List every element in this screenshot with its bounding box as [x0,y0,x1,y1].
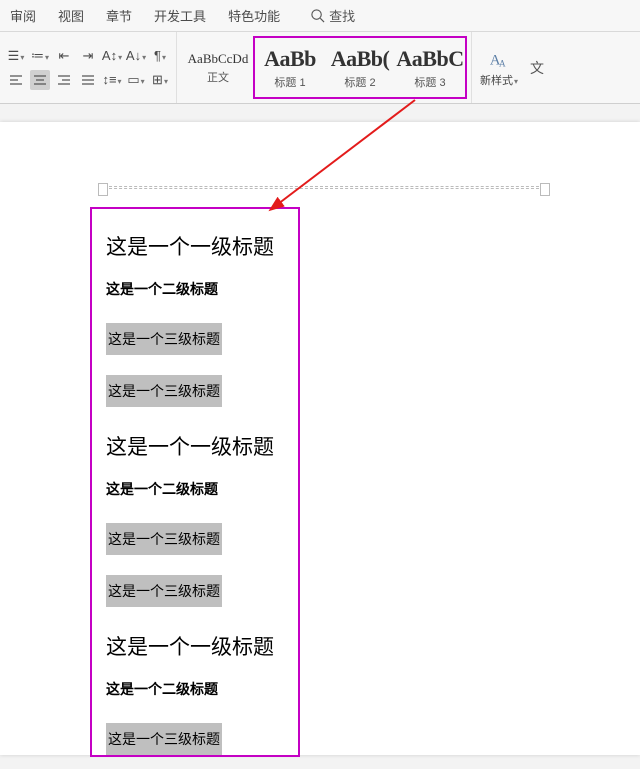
paragraph-mark-button[interactable]: ¶ [150,46,170,66]
search-button[interactable]: 查找 [310,6,355,25]
style-h1-label: 标题 1 [274,74,305,90]
align-right-icon [57,74,71,86]
style-h3-label: 标题 3 [414,74,445,90]
document-content-highlight: 这是一个一级标题 这是一个二级标题 这是一个三级标题 这是一个三级标题 这是一个… [90,207,300,757]
style-h3-preview: AaBbC [396,46,463,72]
line-spacing-button[interactable]: ↕≡ [102,70,122,90]
heading3-text[interactable]: 这是一个三级标题 [106,375,222,407]
style-h2-label: 标题 2 [344,74,375,90]
ribbon: ☰ ≔ ⇤ ⇥ A↕ A↓ ¶ ↕≡ ▭ ⊞ AaBbCcDd 正文 AaBb … [0,32,640,104]
style-normal-preview: AaBbCcDd [188,51,249,67]
svg-text:A: A [499,58,506,68]
tab-view[interactable]: 视图 [58,6,84,25]
align-center-button[interactable] [30,70,50,90]
heading1-text[interactable]: 这是一个一级标题 [106,431,286,461]
style-normal[interactable]: AaBbCcDd 正文 [183,36,253,99]
horizontal-ruler[interactable] [104,186,544,189]
new-style-button[interactable]: AA 新样式 [472,32,526,103]
indent-button[interactable]: ⇥ [78,46,98,66]
heading2-text[interactable]: 这是一个二级标题 [106,679,286,699]
style-normal-label: 正文 [207,69,229,85]
style-heading2[interactable]: AaBb( 标题 2 [325,38,395,97]
search-icon [310,8,325,23]
heading3-text[interactable]: 这是一个三级标题 [106,523,222,555]
style-gallery: AaBbCcDd 正文 AaBb 标题 1 AaBb( 标题 2 AaBbC 标… [177,32,472,103]
search-label: 查找 [329,6,355,25]
bullet-list-button[interactable]: ☰ [6,46,26,66]
menu-tabs: 审阅 视图 章节 开发工具 特色功能 查找 [0,0,640,32]
style-heading3[interactable]: AaBbC 标题 3 [395,38,465,97]
style-heading1[interactable]: AaBb 标题 1 [255,38,325,97]
tab-special[interactable]: 特色功能 [228,6,280,25]
align-left-icon [9,74,23,86]
borders-button[interactable]: ⊞ [150,70,170,90]
style-highlight-box: AaBb 标题 1 AaBb( 标题 2 AaBbC 标题 3 [253,36,467,99]
tab-review[interactable]: 审阅 [10,6,36,25]
number-list-button[interactable]: ≔ [30,46,50,66]
heading1-text[interactable]: 这是一个一级标题 [106,231,286,261]
heading3-text[interactable]: 这是一个三级标题 [106,723,222,755]
sort-button[interactable]: A↓ [126,46,146,66]
align-justify-button[interactable] [78,70,98,90]
tab-dev[interactable]: 开发工具 [154,6,206,25]
align-center-icon [33,74,47,86]
outdent-button[interactable]: ⇤ [54,46,74,66]
style-h2-preview: AaBb( [331,46,390,72]
text-pane-button[interactable]: 文 [526,32,548,103]
text-direction-button[interactable]: A↕ [102,46,122,66]
heading3-text[interactable]: 这是一个三级标题 [106,323,222,355]
new-style-label: 新样式 [480,72,518,88]
tab-chapter[interactable]: 章节 [106,6,132,25]
align-justify-icon [81,74,95,86]
align-right-button[interactable] [54,70,74,90]
shading-button[interactable]: ▭ [126,70,146,90]
document-page[interactable]: 这是一个一级标题 这是一个二级标题 这是一个三级标题 这是一个三级标题 这是一个… [0,122,640,755]
heading3-text[interactable]: 这是一个三级标题 [106,575,222,607]
heading2-text[interactable]: 这是一个二级标题 [106,479,286,499]
heading2-text[interactable]: 这是一个二级标题 [106,279,286,299]
paragraph-group: ☰ ≔ ⇤ ⇥ A↕ A↓ ¶ ↕≡ ▭ ⊞ [0,32,177,103]
new-style-icon: AA [488,48,510,70]
heading1-text[interactable]: 这是一个一级标题 [106,631,286,661]
page-area: 这是一个一级标题 这是一个二级标题 这是一个三级标题 这是一个三级标题 这是一个… [0,104,640,755]
align-left-button[interactable] [6,70,26,90]
style-h1-preview: AaBb [264,46,316,72]
